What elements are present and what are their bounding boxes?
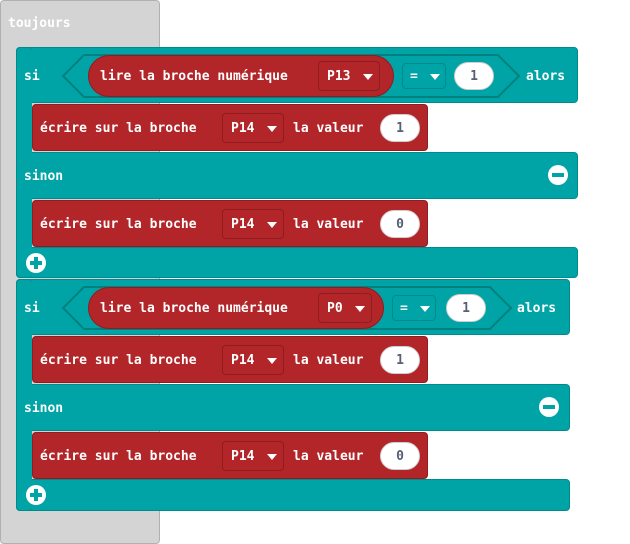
- pin-dropdown-2[interactable]: P0: [318, 293, 372, 323]
- else-label-2: sinon: [24, 401, 64, 416]
- write-value-input-2a[interactable]: 1: [380, 346, 420, 374]
- chevron-down-icon: [267, 222, 277, 228]
- then-label-1: alors: [526, 69, 566, 84]
- write-pin-label: écrire sur la broche: [40, 121, 197, 136]
- pin-dropdown-value: P14: [231, 353, 255, 368]
- compare-value-input-2[interactable]: 1: [446, 294, 486, 322]
- write-pin-label: écrire sur la broche: [40, 217, 197, 232]
- pin-dropdown-value: P14: [231, 217, 255, 232]
- write-value-label: la valeur: [293, 121, 364, 136]
- remove-else-minus-icon[interactable]: [539, 397, 559, 417]
- if-else-block-1-footer[interactable]: [16, 247, 578, 278]
- compare-value-input-1[interactable]: 1: [454, 62, 494, 90]
- if-label-2: si: [24, 301, 40, 316]
- pin-dropdown-value: P0: [327, 301, 343, 316]
- forever-label: toujours: [8, 16, 71, 31]
- write-pin-label: écrire sur la broche: [40, 353, 197, 368]
- write-value-input-1a[interactable]: 1: [380, 114, 420, 142]
- write-value-label: la valeur: [293, 217, 364, 232]
- chevron-down-icon: [420, 306, 430, 312]
- write-pin-dropdown-2b[interactable]: P14: [222, 441, 284, 471]
- chevron-down-icon: [267, 126, 277, 132]
- chevron-down-icon: [355, 306, 365, 312]
- chevron-down-icon: [267, 454, 277, 460]
- remove-else-minus-icon[interactable]: [548, 165, 568, 185]
- pin-dropdown-value: P13: [327, 69, 351, 84]
- chevron-down-icon: [363, 74, 373, 80]
- operator-dropdown-2[interactable]: =: [392, 295, 436, 321]
- operator-value: =: [400, 301, 408, 316]
- if-else-block-1-else-row[interactable]: [16, 152, 578, 199]
- write-pin-dropdown-1b[interactable]: P14: [222, 209, 284, 239]
- write-pin-dropdown-1a[interactable]: P14: [222, 113, 284, 143]
- write-pin-label: écrire sur la broche: [40, 449, 197, 464]
- chevron-down-icon: [430, 74, 440, 80]
- then-label-2: alors: [517, 301, 557, 316]
- write-value-label: la valeur: [293, 449, 364, 464]
- write-value-input-2b[interactable]: 0: [380, 442, 420, 470]
- operator-dropdown-1[interactable]: =: [402, 63, 446, 89]
- write-pin-dropdown-2a[interactable]: P14: [222, 345, 284, 375]
- if-else-block-2-footer[interactable]: [16, 479, 570, 511]
- read-digital-pin-label-1: lire la broche numérique: [100, 69, 288, 84]
- operator-value: =: [410, 69, 418, 84]
- add-else-plus-icon[interactable]: [26, 253, 46, 273]
- pin-dropdown-value: P14: [231, 449, 255, 464]
- add-else-plus-icon[interactable]: [26, 485, 46, 505]
- if-label-1: si: [24, 69, 40, 84]
- pin-dropdown-1[interactable]: P13: [318, 61, 380, 91]
- chevron-down-icon: [267, 358, 277, 364]
- read-digital-pin-label-2: lire la broche numérique: [100, 301, 288, 316]
- else-label-1: sinon: [24, 169, 64, 184]
- if-else-block-2-else-row[interactable]: [16, 384, 570, 431]
- write-value-label: la valeur: [293, 353, 364, 368]
- write-value-input-1b[interactable]: 0: [380, 210, 420, 238]
- pin-dropdown-value: P14: [231, 121, 255, 136]
